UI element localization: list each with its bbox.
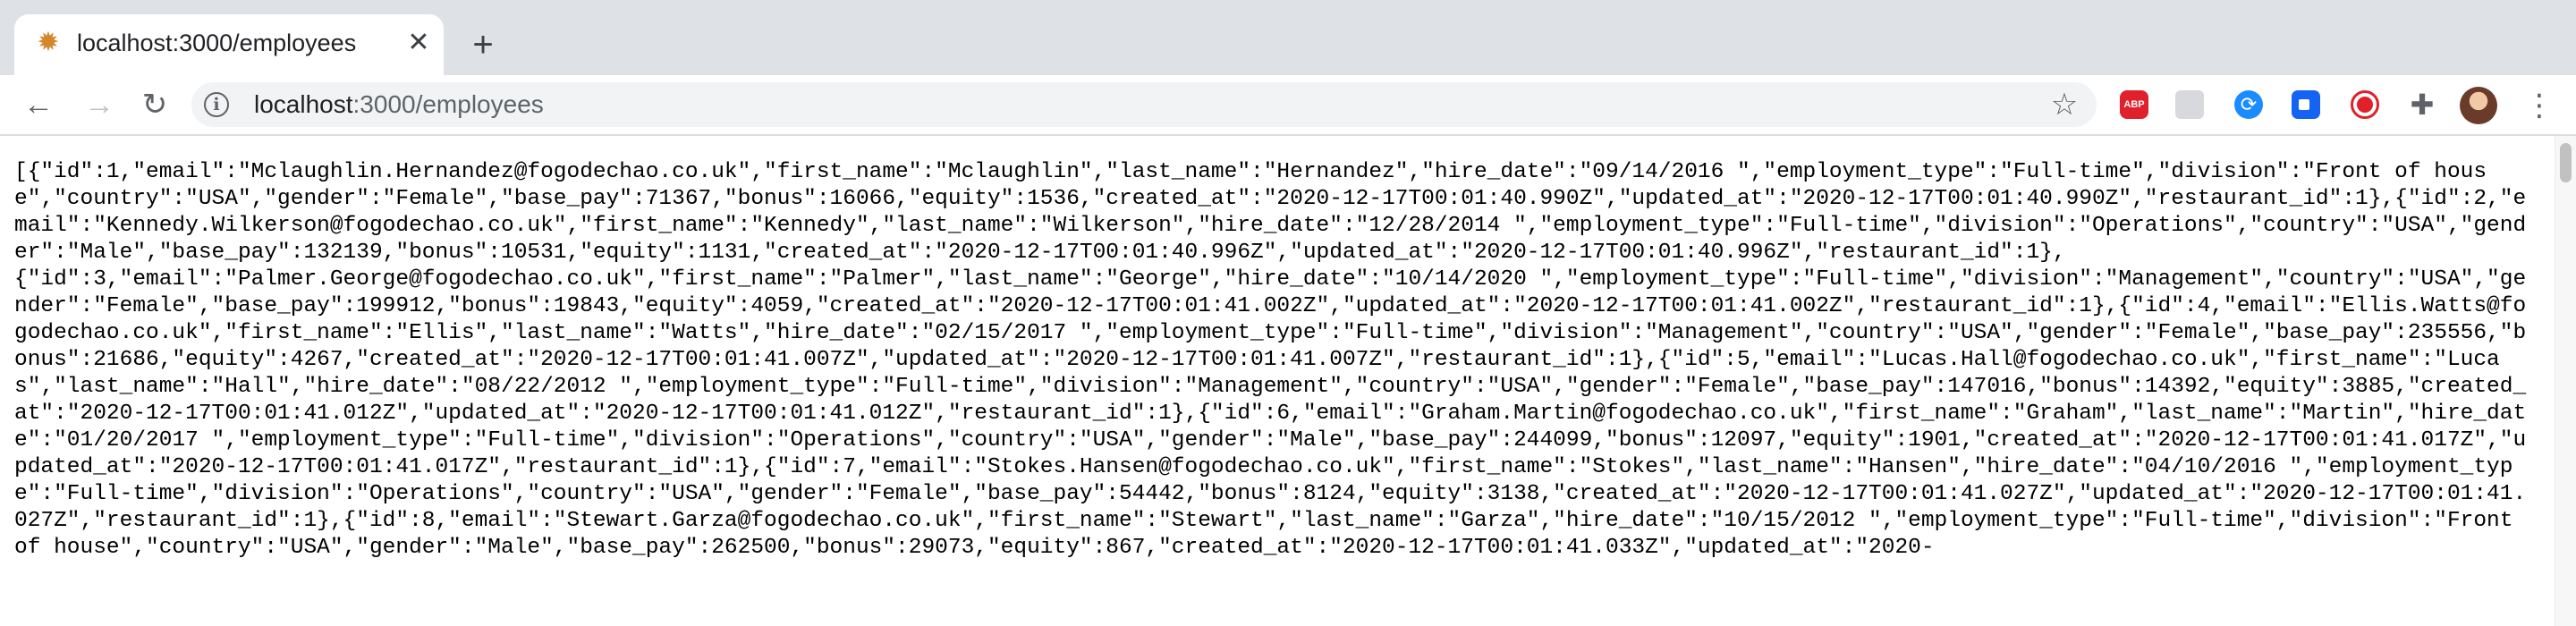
sun-favicon-icon: ✹ [37, 28, 60, 57]
vertical-scrollbar[interactable] [2555, 136, 2576, 626]
new-tab-icon[interactable]: + [463, 25, 503, 64]
profile-avatar[interactable] [2460, 87, 2497, 124]
browser-toolbar: ← → ↻ i localhost:3000/employees ☆ ABP ⟳… [0, 75, 2576, 134]
page-content: [{"id":1,"email":"Mclaughlin.Hernandez@f… [0, 136, 2555, 626]
address-bar[interactable]: i localhost:3000/employees ☆ [191, 82, 2097, 127]
ghostery-icon[interactable] [2175, 90, 2204, 119]
browser-menu-icon[interactable]: ⋮ [2524, 86, 2555, 125]
url-path: :3000/employees [352, 90, 544, 118]
bookmark-star-icon[interactable]: ☆ [2048, 88, 2080, 122]
reload-icon[interactable]: ↻ [134, 84, 175, 125]
extensions-puzzle-icon[interactable]: ✚ [2408, 90, 2436, 119]
tab-title: localhost:3000/employees [77, 30, 357, 56]
close-tab-icon[interactable]: ✕ [402, 27, 435, 59]
back-arrow-icon[interactable]: ← [18, 84, 59, 125]
json-response-text: [{"id":1,"email":"Mclaughlin.Hernandez@f… [14, 160, 2527, 560]
tab-strip: ✹ localhost:3000/employees ✕ + [0, 0, 2576, 75]
site-info-icon[interactable]: i [204, 92, 229, 117]
video-camera-icon[interactable] [2292, 90, 2320, 119]
tab-employees[interactable]: ✹ localhost:3000/employees ✕ [14, 14, 444, 75]
adblock-plus-icon[interactable]: ABP [2120, 90, 2148, 119]
sync-icon[interactable]: ⟳ [2234, 90, 2263, 119]
url-text[interactable]: localhost:3000/employees [254, 82, 544, 127]
scrollbar-thumb[interactable] [2560, 143, 2572, 182]
url-host: localhost [254, 90, 353, 118]
forward-arrow-icon[interactable]: → [79, 84, 120, 125]
screen-recorder-icon[interactable] [2351, 90, 2379, 119]
